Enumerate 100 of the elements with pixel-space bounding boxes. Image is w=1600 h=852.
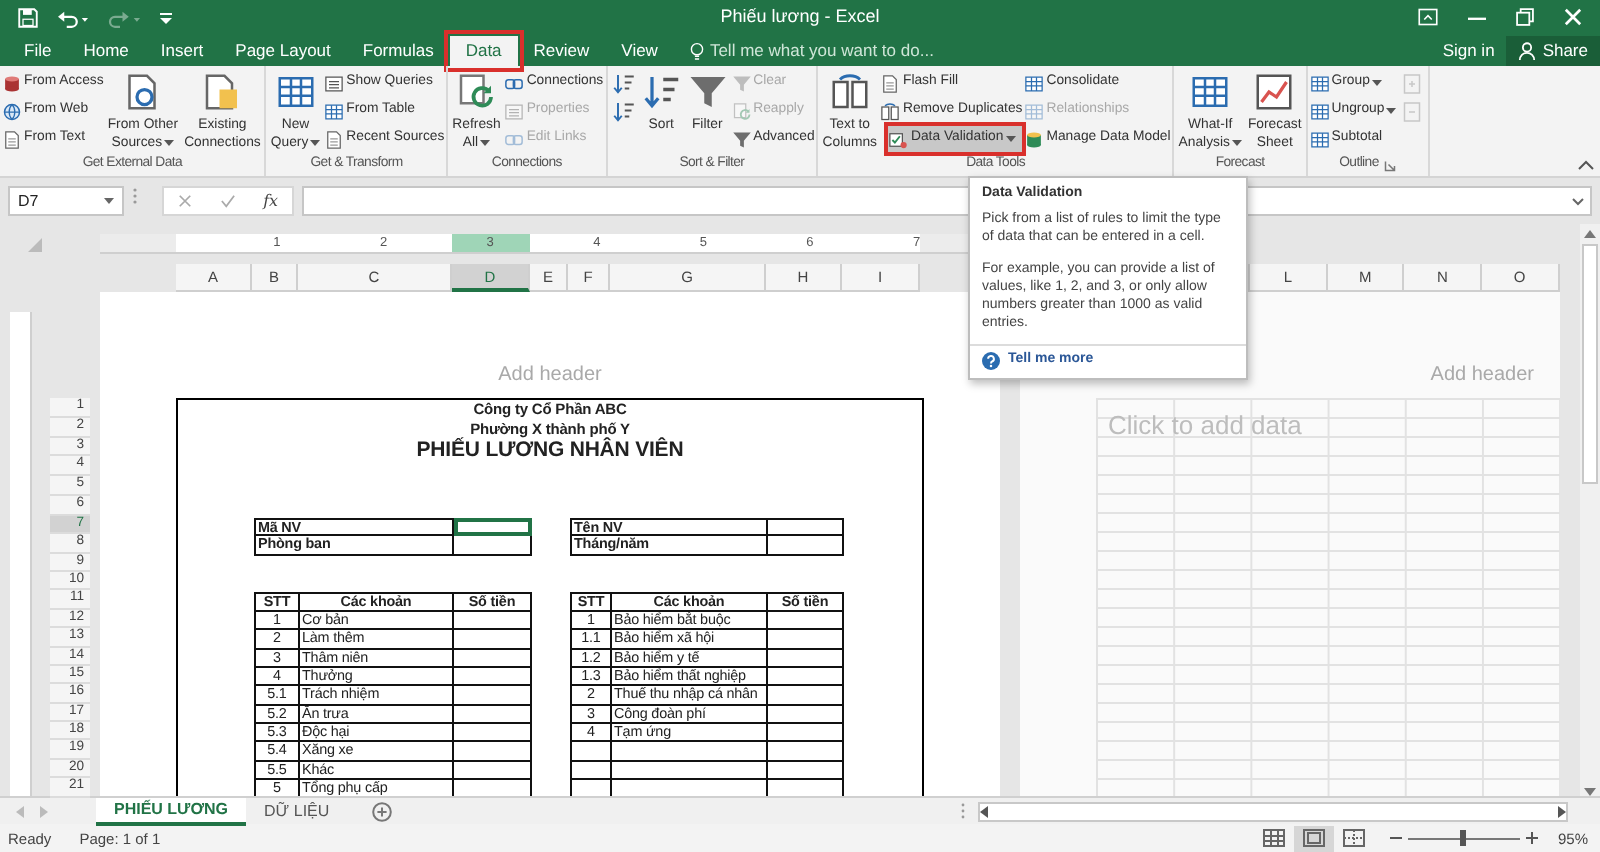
table-cell	[454, 705, 532, 725]
ribbon-tab[interactable]: Insert	[144, 36, 220, 66]
link-icon	[504, 73, 525, 93]
name-box[interactable]: D7	[8, 186, 124, 216]
funnel-icon	[731, 129, 752, 149]
table-cell	[454, 742, 532, 762]
user-icon	[1518, 42, 1537, 60]
ribbon-tab[interactable]: Data	[449, 36, 518, 66]
zoom-slider[interactable]	[1407, 830, 1520, 846]
table-cell	[768, 611, 844, 631]
page-layout-icon	[1301, 828, 1326, 848]
list-icon	[504, 101, 525, 121]
table-cell	[570, 742, 612, 762]
table-cell	[768, 667, 844, 687]
table-icon	[1309, 101, 1330, 121]
tell-me-field[interactable]: Tell me what you want to do...	[709, 40, 1010, 62]
ribbon-tab[interactable]: View	[605, 36, 674, 66]
document-icon	[324, 129, 345, 149]
zoom-in-icon[interactable]	[1525, 832, 1538, 844]
add-sheet-icon[interactable]	[371, 801, 392, 821]
sort-icon[interactable]	[611, 99, 636, 123]
window-title: Phiếu lương - Excel	[720, 6, 880, 28]
normal-view-icon	[1261, 828, 1286, 848]
sort-icon[interactable]	[611, 71, 636, 95]
lightbulb-icon	[689, 41, 704, 61]
ribbon-tab[interactable]: Home	[67, 36, 145, 66]
scroll-right-icon[interactable]	[1558, 805, 1566, 817]
table-icon	[1309, 73, 1330, 93]
table-cell	[454, 686, 532, 706]
horizontal-scrollbar[interactable]	[978, 801, 1568, 821]
table-cell	[454, 649, 532, 668]
table-icon	[1190, 72, 1231, 112]
insert-function-button[interactable]: fx	[263, 191, 279, 211]
table-cell	[768, 742, 844, 762]
help-icon	[982, 351, 1000, 370]
chart-icon	[1254, 72, 1295, 112]
more-icon	[132, 186, 138, 206]
table-cell	[454, 667, 532, 687]
ribbon-tab[interactable]: File	[8, 36, 68, 66]
table-cell	[768, 649, 844, 668]
ribbon-tab[interactable]: Formulas	[346, 36, 450, 66]
refresh-icon	[456, 72, 497, 112]
sort-icon	[641, 72, 682, 112]
list-icon	[324, 73, 345, 93]
database-icon	[1024, 129, 1045, 149]
table-cell	[454, 611, 532, 631]
table-cell	[768, 705, 844, 725]
table-icon	[275, 72, 316, 112]
ribbon-tab[interactable]: Review	[517, 36, 606, 66]
save-icon[interactable]	[18, 7, 38, 27]
scroll-thumb[interactable]	[1582, 244, 1598, 484]
close-icon[interactable]	[1564, 8, 1582, 26]
refresh-icon	[731, 101, 752, 121]
funnel-icon	[731, 73, 752, 93]
document-icon	[202, 72, 243, 112]
funnel-icon	[687, 72, 728, 112]
collapse-ribbon-icon[interactable]	[1578, 160, 1594, 170]
columns-icon	[880, 101, 901, 121]
restore-icon[interactable]	[1516, 8, 1534, 26]
table-cell	[768, 761, 844, 781]
dialog-launcher-icon[interactable]	[1384, 159, 1397, 171]
table-cell	[454, 724, 532, 743]
columns-icon	[829, 72, 870, 112]
table-cell	[454, 761, 532, 781]
ribbon-options-icon[interactable]	[1418, 8, 1438, 26]
scroll-up-icon[interactable]	[1584, 230, 1596, 238]
table-icon	[1024, 73, 1045, 93]
page-break-icon	[1341, 828, 1366, 848]
table-icon	[324, 101, 345, 121]
table-icon	[1309, 129, 1330, 149]
table-icon	[1024, 101, 1045, 121]
table-cell	[768, 686, 844, 706]
slider-thumb[interactable]	[1460, 830, 1467, 846]
sign-in-link[interactable]: Sign in	[1442, 40, 1495, 62]
expand-icon[interactable]	[1572, 197, 1584, 205]
sheet-tab[interactable]: PHIẾU LƯƠNG	[96, 797, 247, 825]
sheet-title: PHIẾU LƯƠNG NHÂN VIÊN	[414, 439, 686, 459]
document-icon	[880, 73, 901, 93]
ribbon-tab[interactable]: Page Layout	[219, 36, 347, 66]
table-cell	[768, 630, 844, 650]
checklist-icon	[888, 129, 909, 149]
view-button[interactable]	[1293, 825, 1334, 851]
table-cell[interactable]	[768, 517, 844, 537]
vertical-scrollbar[interactable]	[1580, 224, 1600, 796]
database-icon	[2, 73, 22, 93]
scroll-left-icon[interactable]	[980, 805, 988, 817]
table-cell[interactable]	[768, 536, 844, 556]
customize-icon[interactable]	[160, 9, 172, 25]
globe-icon	[2, 101, 22, 121]
table-cell	[768, 724, 844, 743]
table-cell	[570, 761, 612, 781]
caret-icon	[104, 198, 114, 204]
share-button[interactable]: Share	[1506, 36, 1600, 66]
table-cell[interactable]	[454, 517, 532, 537]
undo-icon[interactable]	[56, 7, 90, 27]
sheet-tab[interactable]: DỮ LIỆU	[246, 797, 348, 825]
table-cell	[454, 630, 532, 650]
zoom-out-icon[interactable]	[1389, 832, 1402, 844]
link-icon	[504, 129, 525, 149]
table-cell[interactable]	[454, 536, 532, 556]
